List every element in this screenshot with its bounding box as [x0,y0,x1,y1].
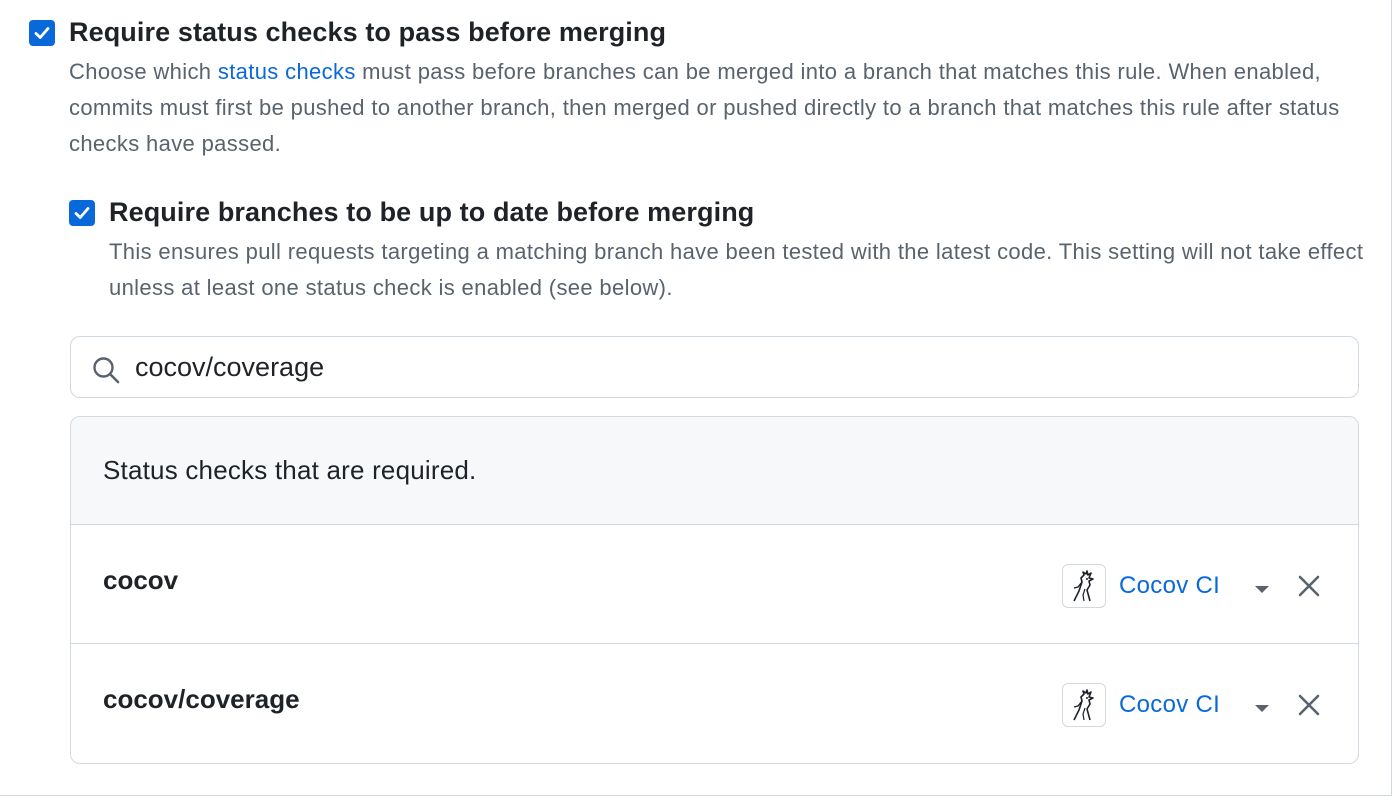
required-checks-header: Status checks that are required. [71,417,1358,525]
checkmark-icon [74,207,90,219]
required-check-row: cocov Cocov CI [71,525,1358,644]
rooster-logo-graphic [1073,570,1094,602]
branch-protection-settings: Require status checks to pass before mer… [0,0,1395,810]
app-link[interactable]: Cocov CI [1119,691,1220,719]
required-checks-list: Status checks that are required. cocov C… [70,416,1359,764]
panel-right-border [1391,0,1392,796]
cocov-logo-icon[interactable] [1062,683,1106,727]
require-up-to-date-checkbox[interactable] [69,200,95,226]
required-checks-header-text: Status checks that are required. [103,455,477,485]
require-up-to-date-description: This ensures pull requests targeting a m… [109,239,1364,300]
require-status-checks-title: Require status checks to pass before mer… [69,17,667,47]
check-name: cocov/coverage [103,684,300,714]
triangle-down-icon[interactable] [1250,577,1274,601]
cocov-logo-icon[interactable] [1062,564,1106,608]
panel-bottom-divider [0,795,1392,796]
search-icon [93,357,120,384]
checkmark-icon [34,27,50,39]
close-icon[interactable] [1294,690,1324,720]
require-status-checks-checkbox[interactable] [29,20,55,46]
app-link[interactable]: Cocov CI [1119,572,1220,600]
rooster-logo-graphic [1073,689,1094,721]
check-name: cocov [103,565,179,595]
status-checks-link[interactable]: status checks [218,59,356,84]
status-check-search[interactable] [70,336,1359,398]
description-text: Choose which [69,59,218,84]
require-status-checks-description: Choose which status checks must pass bef… [69,54,1359,162]
close-icon[interactable] [1294,571,1324,601]
require-up-to-date-title: Require branches to be up to date before… [109,197,755,227]
search-input[interactable] [135,345,1335,389]
required-check-row: cocov/coverage Cocov CI [71,644,1358,763]
triangle-down-icon[interactable] [1250,696,1274,720]
